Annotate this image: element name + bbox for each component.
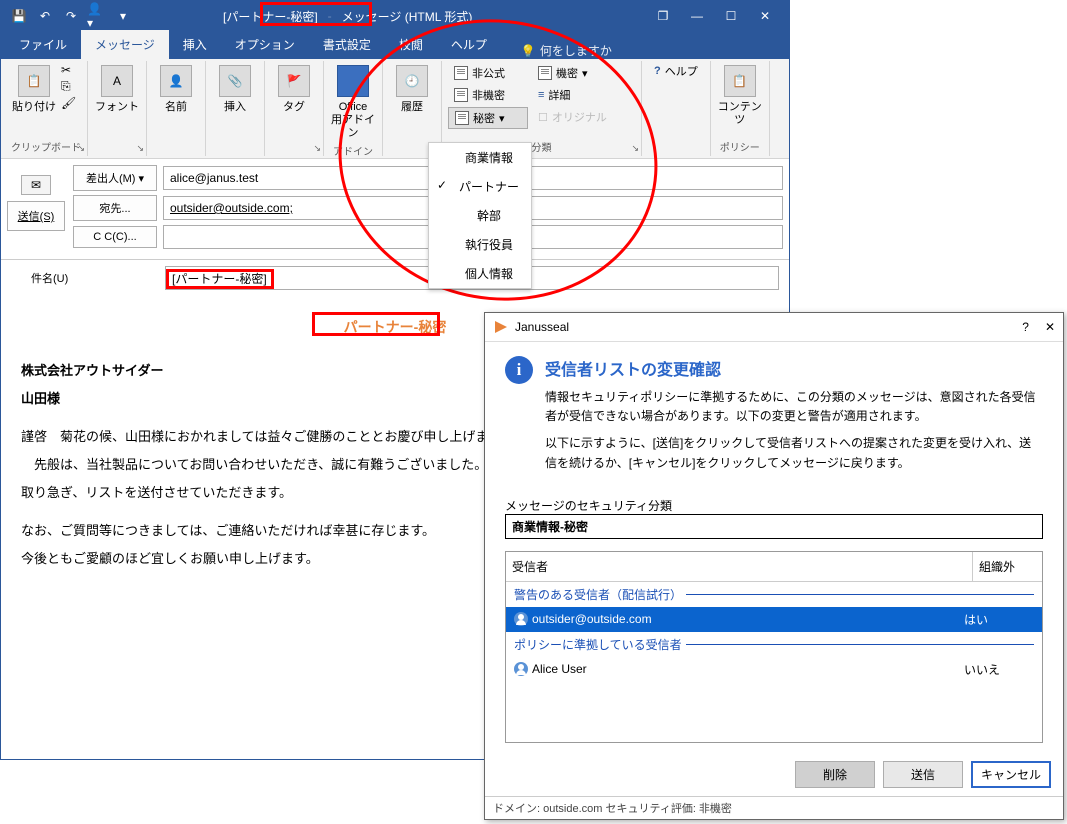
dialog-heading: 受信者リストの変更確認	[545, 356, 1043, 380]
to-field-button[interactable]: 宛先...	[73, 195, 157, 221]
dropdown-item[interactable]: 商業情報	[429, 143, 531, 172]
tab-insert[interactable]: 挿入	[169, 30, 221, 59]
names-button[interactable]: 👤名前	[153, 61, 199, 114]
format-painter-icon[interactable]: 🖌	[61, 96, 76, 110]
info-icon: i	[505, 356, 533, 384]
window-maximize-icon[interactable]: ☐	[723, 9, 739, 23]
security-classification-label: メッセージのセキュリティ分類	[505, 497, 1043, 514]
highlight-title-classification	[260, 2, 372, 26]
user-icon[interactable]: 👤▾	[87, 6, 107, 26]
copy-icon[interactable]: ⎘	[61, 79, 76, 94]
cc-field-button[interactable]: C C(C)...	[73, 226, 157, 248]
dialog-close-icon[interactable]: ✕	[1045, 320, 1055, 334]
dropdown-item[interactable]: 幹部	[429, 201, 531, 230]
recipient-group-header: ポリシーに準拠している受信者	[506, 632, 1042, 657]
titlebar: 💾 ↶ ↷ 👤▾ ▾ [パートナー-秘密] - メッセージ (HTML 形式) …	[1, 1, 789, 31]
help-icon: ?	[654, 65, 661, 77]
window-close-icon[interactable]: ✕	[757, 9, 773, 23]
person-icon	[514, 612, 528, 626]
dialog-desc1: 情報セキュリティポリシーに準拠するために、この分類のメッセージは、意図された各受…	[545, 388, 1043, 426]
flag-icon: 🚩	[278, 65, 310, 97]
clipboard-icon: 📋	[18, 65, 50, 97]
col-header-external[interactable]: 組織外	[972, 552, 1042, 581]
subject-label: 件名(U)	[11, 270, 95, 286]
from-field-button[interactable]: 差出人(M) ▾	[73, 165, 157, 191]
janusseal-logo-icon	[493, 319, 509, 335]
redo-icon[interactable]: ↷	[61, 6, 81, 26]
classification-dropdown: 商業情報パートナー幹部執行役員個人情報	[428, 142, 532, 289]
security-classification-value: 商業情報-秘密	[505, 514, 1043, 539]
dropdown-item[interactable]: 個人情報	[429, 259, 531, 288]
insert-button[interactable]: 📎挿入	[212, 61, 258, 114]
send-button[interactable]: 送信(S)	[7, 201, 65, 231]
dropdown-item[interactable]: パートナー	[429, 172, 531, 201]
dialog-launcher-icon[interactable]: ↘	[313, 143, 321, 154]
dialog-launcher-icon[interactable]: ↘	[136, 143, 144, 154]
dialog-launcher-icon[interactable]: ↘	[77, 143, 85, 154]
highlight-subject-classification	[166, 269, 274, 289]
send-dialog-button[interactable]: 送信	[883, 761, 963, 788]
tags-button[interactable]: 🚩タグ	[271, 61, 317, 114]
dialog-status-bar: ドメイン: outside.com セキュリティ評価: 非機密	[485, 796, 1063, 819]
help-button[interactable]: ?ヘルプ	[648, 61, 704, 81]
window-restore-icon[interactable]: ❐	[655, 9, 671, 23]
dropdown-item[interactable]: 執行役員	[429, 230, 531, 259]
contents-button[interactable]: 📋コンテンツ	[717, 61, 763, 127]
recipient-group-header: 警告のある受信者（配信試行）	[506, 582, 1042, 607]
dialog-title-text: Janusseal	[515, 320, 569, 334]
delete-button[interactable]: 削除	[795, 761, 875, 788]
janusseal-dialog: Janusseal ? ✕ i 受信者リストの変更確認 情報セキュリティポリシー…	[484, 312, 1064, 820]
col-header-recipient[interactable]: 受信者	[506, 552, 972, 581]
dialog-titlebar: Janusseal ? ✕	[485, 313, 1063, 342]
highlight-body-classification	[312, 312, 440, 336]
paste-button[interactable]: 📋 貼り付け	[11, 61, 57, 114]
window-minimize-icon[interactable]: —	[689, 9, 705, 23]
cut-icon[interactable]: ✂	[61, 63, 76, 77]
send-icon: ✉	[21, 175, 51, 195]
font-button[interactable]: Aフォント	[94, 61, 140, 114]
tab-message[interactable]: メッセージ	[81, 30, 169, 59]
attachment-icon: 📎	[219, 65, 251, 97]
group-label-clipboard: クリップボード	[11, 137, 81, 156]
dialog-help-icon[interactable]: ?	[1022, 320, 1029, 334]
tab-format[interactable]: 書式設定	[309, 30, 385, 59]
tab-file[interactable]: ファイル	[5, 30, 81, 59]
recipient-list: 受信者 組織外 警告のある受信者（配信試行）outsider@outside.c…	[505, 551, 1043, 743]
dialog-desc2: 以下に示すように、[送信]をクリックして受信者リストへの提案された変更を受け入れ…	[545, 434, 1043, 472]
tab-options[interactable]: オプション	[221, 30, 309, 59]
undo-icon[interactable]: ↶	[35, 6, 55, 26]
recipient-row[interactable]: Alice Userいいえ	[506, 657, 1042, 682]
person-icon	[514, 662, 528, 676]
recipient-row[interactable]: outsider@outside.comはい	[506, 607, 1042, 632]
qat-more-icon[interactable]: ▾	[113, 6, 133, 26]
cancel-button[interactable]: キャンセル	[971, 761, 1051, 788]
save-icon[interactable]: 💾	[9, 6, 29, 26]
